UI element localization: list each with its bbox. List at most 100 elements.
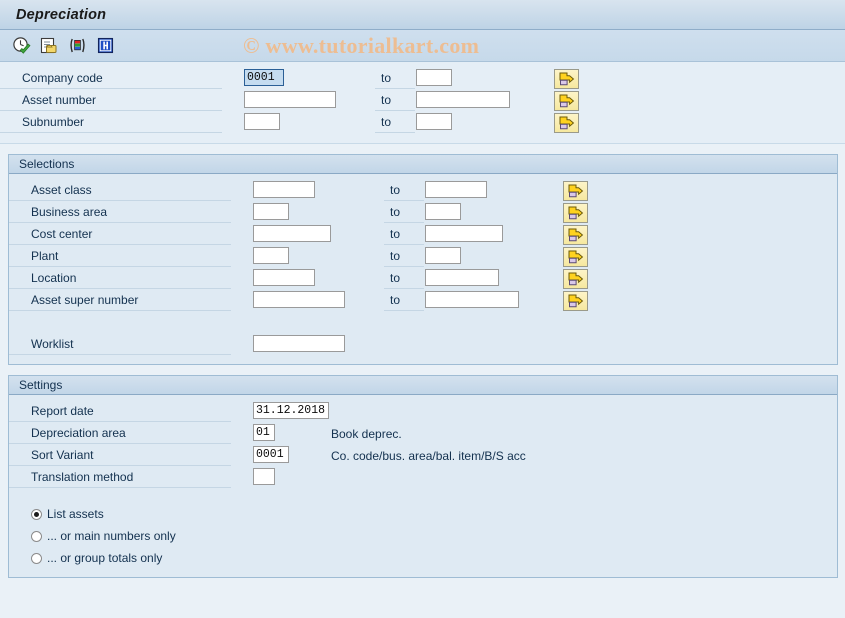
- header-selection-block: Company code 0001 to Asset number to Sub…: [0, 62, 845, 144]
- to-label-business-area: to: [384, 203, 424, 223]
- selections-spacer: [9, 312, 837, 334]
- to-label-subnumber: to: [375, 113, 415, 133]
- input-company-code-to-wrap: [416, 69, 452, 89]
- input-subnumber-to-wrap: [416, 113, 452, 133]
- input-asset-class-to[interactable]: [425, 181, 487, 198]
- to-label-company-code: to: [375, 69, 415, 89]
- display-variant-icon[interactable]: [66, 35, 88, 57]
- radio-button-list-assets-icon[interactable]: [31, 508, 42, 520]
- input-location-to[interactable]: [425, 269, 499, 286]
- radio-option-list-assets[interactable]: List assets: [31, 503, 837, 525]
- label-translation-method: Translation method: [9, 468, 231, 488]
- multi-select-arrow-icon: [568, 250, 584, 263]
- label-company-code: Company code: [0, 69, 222, 89]
- multi-select-arrow-icon: [559, 72, 575, 85]
- multiple-selection-button-asset-class[interactable]: [563, 181, 588, 201]
- input-translation-method[interactable]: [253, 468, 275, 485]
- input-subnumber-to[interactable]: [416, 113, 452, 130]
- to-label-location: to: [384, 269, 424, 289]
- window-title-bar: Depreciation: [0, 0, 845, 30]
- to-label-asset-class: to: [384, 181, 424, 201]
- input-plant-to[interactable]: [425, 247, 461, 264]
- radio-option-group-totals-only[interactable]: ... or group totals only: [31, 547, 837, 569]
- label-asset-number: Asset number: [0, 91, 222, 111]
- multiple-selection-button-asset-number[interactable]: [554, 91, 579, 111]
- label-sort-variant: Sort Variant: [9, 446, 231, 466]
- settings-panel-title: Settings: [19, 378, 63, 392]
- input-asset-super-number-from[interactable]: [253, 291, 345, 308]
- field-row-plant: Plant to: [9, 246, 837, 268]
- label-report-date: Report date: [9, 402, 231, 422]
- input-asset-number-to-wrap: [416, 91, 510, 111]
- input-cost-center-from[interactable]: [253, 225, 331, 242]
- input-subnumber-from[interactable]: [244, 113, 280, 130]
- watermark-text: © www.tutorialkart.com: [243, 32, 480, 58]
- execute-icon[interactable]: [10, 35, 32, 57]
- label-worklist: Worklist: [9, 335, 231, 355]
- field-row-sort-variant: Sort Variant 0001 Co. code/bus. area/bal…: [9, 445, 837, 467]
- multiple-selection-button-plant[interactable]: [563, 247, 588, 267]
- multiple-selection-button-cost-center[interactable]: [563, 225, 588, 245]
- field-row-asset-number: Asset number to: [0, 90, 845, 112]
- input-worklist[interactable]: [253, 335, 345, 352]
- input-asset-class-from[interactable]: [253, 181, 315, 198]
- selections-panel-title: Selections: [19, 157, 75, 171]
- input-company-code-to[interactable]: [416, 69, 452, 86]
- field-row-location: Location to: [9, 268, 837, 290]
- information-icon[interactable]: [94, 35, 116, 57]
- note-depreciation-area: Book deprec.: [331, 427, 402, 441]
- multiple-selection-button-location[interactable]: [563, 269, 588, 289]
- multi-select-arrow-icon: [559, 116, 575, 129]
- label-location: Location: [9, 269, 231, 289]
- list-output-radio-group: List assets ... or main numbers only ...…: [9, 489, 837, 569]
- input-business-area-from[interactable]: [253, 203, 289, 220]
- radio-label-main-numbers-only: ... or main numbers only: [47, 529, 176, 543]
- selections-panel: Selections Asset class to Business area …: [8, 154, 838, 365]
- field-row-translation-method: Translation method: [9, 467, 837, 489]
- multi-select-arrow-icon: [559, 94, 575, 107]
- field-row-depreciation-area: Depreciation area 01 Book deprec.: [9, 423, 837, 445]
- multi-select-arrow-icon: [568, 272, 584, 285]
- multi-select-arrow-icon: [568, 294, 584, 307]
- radio-label-list-assets: List assets: [47, 507, 104, 521]
- input-asset-number-to[interactable]: [416, 91, 510, 108]
- to-label-plant: to: [384, 247, 424, 267]
- radio-button-group-totals-only-icon[interactable]: [31, 552, 42, 564]
- note-sort-variant: Co. code/bus. area/bal. item/B/S acc: [331, 449, 526, 463]
- multi-select-arrow-icon: [568, 184, 584, 197]
- selection-screen: Company code 0001 to Asset number to Sub…: [0, 62, 845, 618]
- input-plant-from[interactable]: [253, 247, 289, 264]
- multiple-selection-button-subnumber[interactable]: [554, 113, 579, 133]
- label-subnumber: Subnumber: [0, 113, 222, 133]
- selections-panel-header: Selections: [9, 155, 837, 174]
- field-row-worklist: Worklist: [9, 334, 837, 356]
- radio-option-main-numbers-only[interactable]: ... or main numbers only: [31, 525, 837, 547]
- settings-panel-body: Report date 31.12.2018 Depreciation area…: [9, 395, 837, 577]
- radio-button-main-numbers-only-icon[interactable]: [31, 530, 42, 542]
- input-sort-variant[interactable]: 0001: [253, 446, 289, 463]
- page-title: Depreciation: [16, 6, 107, 23]
- settings-panel-header: Settings: [9, 376, 837, 395]
- input-asset-super-number-to[interactable]: [425, 291, 519, 308]
- get-variant-icon[interactable]: [38, 35, 60, 57]
- input-location-from[interactable]: [253, 269, 315, 286]
- input-business-area-to[interactable]: [425, 203, 461, 220]
- multiple-selection-button-company-code[interactable]: [554, 69, 579, 89]
- to-label-cost-center: to: [384, 225, 424, 245]
- field-row-business-area: Business area to: [9, 202, 837, 224]
- multiple-selection-button-asset-super-number[interactable]: [563, 291, 588, 311]
- label-cost-center: Cost center: [9, 225, 231, 245]
- field-row-asset-class: Asset class to: [9, 180, 837, 202]
- input-report-date[interactable]: 31.12.2018: [253, 402, 329, 419]
- label-asset-class: Asset class: [9, 181, 231, 201]
- input-depreciation-area[interactable]: 01: [253, 424, 275, 441]
- radio-label-group-totals-only: ... or group totals only: [47, 551, 163, 565]
- label-depreciation-area: Depreciation area: [9, 424, 231, 444]
- field-row-cost-center: Cost center to: [9, 224, 837, 246]
- multi-select-arrow-icon: [568, 228, 584, 241]
- field-row-report-date: Report date 31.12.2018: [9, 401, 837, 423]
- input-asset-number-from[interactable]: [244, 91, 336, 108]
- input-cost-center-to[interactable]: [425, 225, 503, 242]
- multiple-selection-button-business-area[interactable]: [563, 203, 588, 223]
- input-company-code-from[interactable]: 0001: [244, 69, 284, 86]
